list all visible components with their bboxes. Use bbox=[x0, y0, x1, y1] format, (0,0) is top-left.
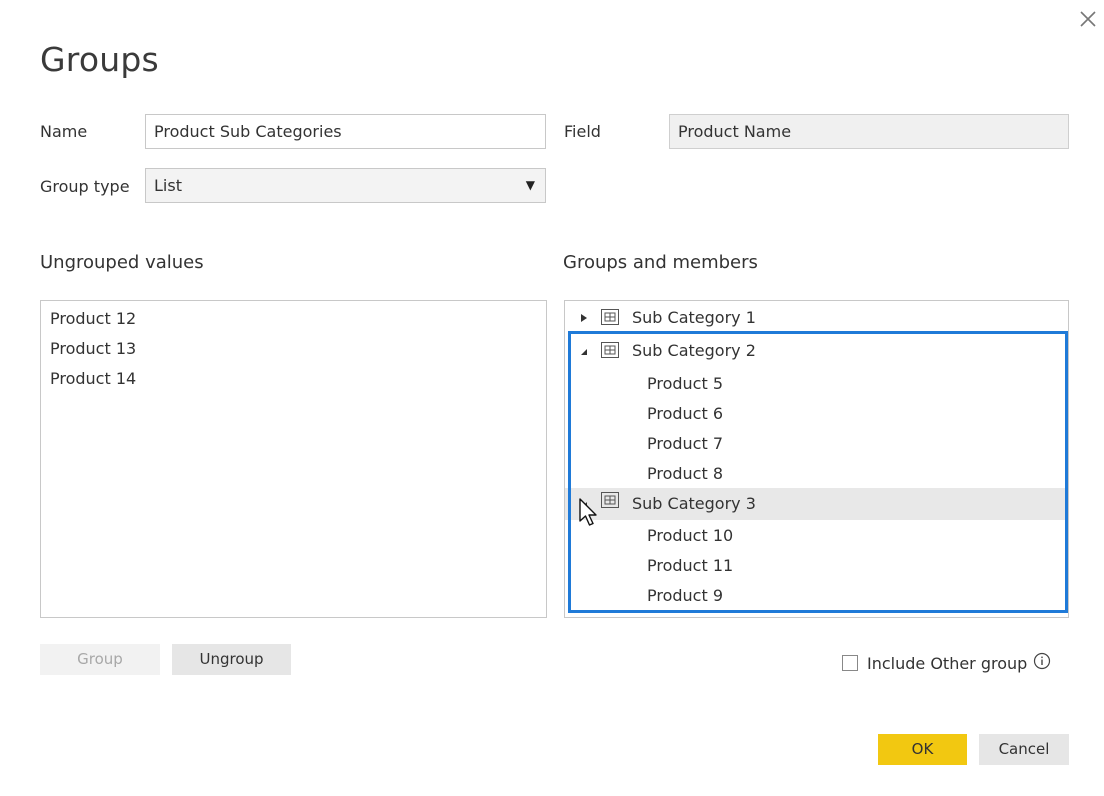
member-item[interactable]: Product 9 bbox=[647, 586, 723, 605]
member-item[interactable]: Product 10 bbox=[647, 526, 733, 545]
member-item[interactable]: Product 8 bbox=[647, 464, 723, 483]
cancel-button[interactable]: Cancel bbox=[979, 734, 1069, 765]
member-item[interactable]: Product 7 bbox=[647, 434, 723, 453]
member-item[interactable]: Product 11 bbox=[647, 556, 733, 575]
groups-heading: Groups and members bbox=[563, 252, 758, 273]
tree-group-row[interactable]: Sub Category 2 bbox=[565, 336, 1067, 366]
group-table-icon bbox=[601, 342, 619, 358]
list-item[interactable]: Product 12 bbox=[50, 309, 136, 328]
list-item[interactable]: Product 14 bbox=[50, 369, 136, 388]
include-other-checkbox[interactable] bbox=[842, 655, 858, 671]
member-item[interactable]: Product 5 bbox=[647, 374, 723, 393]
ungrouped-list[interactable]: Product 12 Product 13 Product 14 bbox=[40, 300, 547, 618]
group-label: Sub Category 1 bbox=[632, 308, 756, 327]
name-input[interactable]: Product Sub Categories bbox=[145, 114, 546, 149]
collapse-arrow-icon[interactable] bbox=[579, 345, 589, 357]
mouse-cursor-icon bbox=[579, 498, 597, 526]
name-label: Name bbox=[40, 122, 88, 141]
close-icon[interactable] bbox=[1076, 7, 1100, 31]
dialog-title: Groups bbox=[40, 40, 159, 79]
expand-arrow-icon[interactable] bbox=[579, 312, 589, 324]
ok-button[interactable]: OK bbox=[878, 734, 967, 765]
ungroup-button[interactable]: Ungroup bbox=[172, 644, 291, 675]
group-type-label: Group type bbox=[40, 177, 130, 196]
list-item[interactable]: Product 13 bbox=[50, 339, 136, 358]
group-table-icon bbox=[601, 492, 619, 508]
tree-group-row[interactable]: Sub Category 3 bbox=[565, 488, 1067, 520]
info-icon[interactable] bbox=[1033, 652, 1051, 670]
group-table-icon bbox=[601, 309, 619, 325]
member-item[interactable]: Product 6 bbox=[647, 404, 723, 423]
group-type-value: List bbox=[154, 176, 182, 195]
field-label: Field bbox=[564, 122, 601, 141]
field-input: Product Name bbox=[669, 114, 1069, 149]
tree-group-row[interactable]: Sub Category 1 bbox=[565, 303, 1067, 333]
ungrouped-heading: Ungrouped values bbox=[40, 252, 204, 273]
group-button[interactable]: Group bbox=[40, 644, 160, 675]
dropdown-arrow-icon: ▼ bbox=[525, 178, 535, 192]
groups-tree[interactable]: Sub Category 1 Sub Category 2 Product 5 … bbox=[564, 300, 1069, 618]
group-label: Sub Category 3 bbox=[632, 494, 756, 513]
include-other-label: Include Other group bbox=[867, 654, 1028, 673]
group-type-select[interactable]: List ▼ bbox=[145, 168, 546, 203]
group-label: Sub Category 2 bbox=[632, 341, 756, 360]
